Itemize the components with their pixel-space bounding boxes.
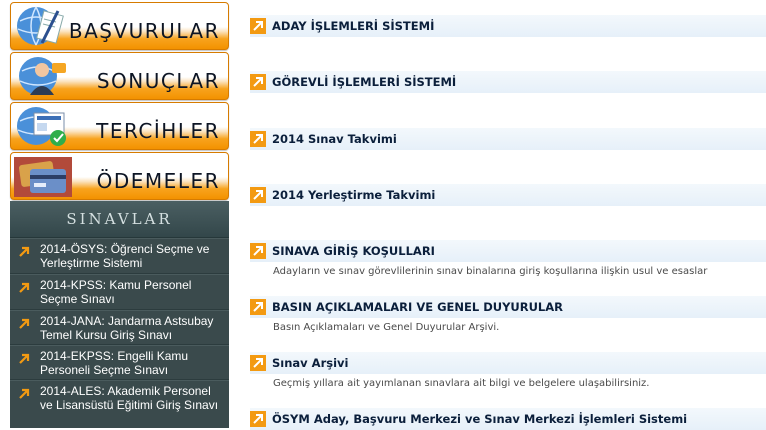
basvurular-button[interactable]: BAŞVURULAR: [10, 2, 229, 50]
tercihler-label: TERCİHLER: [96, 119, 220, 143]
link-sinav-takvimi[interactable]: 2014 Sınav Takvimi: [250, 128, 766, 150]
odemeler-label: ÖDEMELER: [96, 169, 220, 193]
exam-item-ales[interactable]: 2014-ALES: Akademik Personel ve Lisansüs…: [10, 380, 229, 428]
arrow-icon: [19, 353, 30, 364]
arrow-icon: [19, 318, 30, 329]
arrow-icon: [250, 18, 266, 34]
link-title: Sınav Arşivi: [272, 356, 349, 370]
arrow-icon: [250, 299, 266, 315]
exams-panel: SINAVLAR 2014-ÖSYS: Öğrenci Seçme ve Yer…: [10, 201, 229, 428]
exam-item-label: 2014-ÖSYS: Öğrenci Seçme ve Yerleştirme …: [40, 242, 210, 270]
tercihler-button[interactable]: TERCİHLER: [10, 102, 229, 150]
exam-item-osys[interactable]: 2014-ÖSYS: Öğrenci Seçme ve Yerleştirme …: [10, 238, 229, 274]
link-title: 2014 Sınav Takvimi: [272, 132, 397, 146]
link-sinava-giris-kosullari[interactable]: SINAVA GİRİŞ KOŞULLARI Adayların ve sına…: [250, 240, 766, 277]
arrow-icon: [250, 74, 266, 90]
link-yerlestirme-takvimi[interactable]: 2014 Yerleştirme Takvimi: [250, 184, 766, 206]
link-title: ÖSYM Aday, Başvuru Merkezi ve Sınav Merk…: [272, 412, 688, 426]
arrow-icon: [250, 187, 266, 203]
arrow-icon: [19, 388, 30, 399]
preferences-check-icon: [17, 107, 66, 146]
arrow-icon: [250, 243, 266, 259]
arrow-icon: [250, 411, 266, 427]
link-description: Adayların ve sınav görevlilerinin sınav …: [273, 266, 708, 277]
basvurular-label: BAŞVURULAR: [68, 19, 220, 43]
sonuclar-label: SONUÇLAR: [96, 69, 220, 93]
user-results-icon: [19, 57, 66, 95]
link-title: SINAVA GİRİŞ KOŞULLARI: [272, 244, 435, 258]
link-basin-aciklamalari[interactable]: BASIN AÇIKLAMALARI VE GENEL DUYURULAR Ba…: [250, 296, 766, 333]
arrow-icon: [19, 246, 30, 257]
exam-item-label: 2014-ALES: Akademik Personel ve Lisansüs…: [40, 384, 219, 412]
link-title: BASIN AÇIKLAMALARI VE GENEL DUYURULAR: [272, 300, 564, 314]
link-osym-islemleri[interactable]: ÖSYM Aday, Başvuru Merkezi ve Sınav Merk…: [250, 408, 766, 430]
link-title: ADAY İŞLEMLERİ SİSTEMİ: [272, 19, 435, 33]
link-description: Basın Açıklamaları ve Genel Duyurular Ar…: [273, 322, 500, 333]
exam-item-jana[interactable]: 2014-JANA: Jandarma Astsubay Temel Kursu…: [10, 310, 229, 345]
arrow-icon: [250, 355, 266, 371]
payment-cards-icon: [14, 157, 72, 197]
link-title: GÖREVLİ İŞLEMLERİ SİSTEMİ: [272, 75, 457, 89]
link-aday-islemleri[interactable]: ADAY İŞLEMLERİ SİSTEMİ: [250, 15, 766, 37]
link-gorevli-islemleri[interactable]: GÖREVLİ İŞLEMLERİ SİSTEMİ: [250, 71, 766, 93]
arrow-icon: [19, 282, 30, 293]
link-title: 2014 Yerleştirme Takvimi: [272, 188, 436, 202]
application-form-icon: [17, 6, 64, 46]
link-sinav-arsivi[interactable]: Sınav Arşivi Geçmiş yıllara ait yayımlan…: [250, 352, 766, 389]
arrow-icon: [250, 131, 266, 147]
link-description: Geçmiş yıllara ait yayımlanan sınavlara …: [273, 378, 650, 389]
exam-item-label: 2014-KPSS: Kamu Personel Seçme Sınavı: [40, 278, 192, 306]
exam-item-label: 2014-EKPSS: Engelli Kamu Personeli Seçme…: [40, 349, 189, 377]
exam-item-kpss[interactable]: 2014-KPSS: Kamu Personel Seçme Sınavı: [10, 274, 229, 310]
exam-item-label: 2014-JANA: Jandarma Astsubay Temel Kursu…: [40, 314, 214, 342]
exam-item-ekpss[interactable]: 2014-EKPSS: Engelli Kamu Personeli Seçme…: [10, 345, 229, 380]
odemeler-button[interactable]: ÖDEMELER: [10, 152, 229, 200]
sonuclar-button[interactable]: SONUÇLAR: [10, 52, 229, 100]
exams-heading: SINAVLAR: [10, 201, 229, 238]
